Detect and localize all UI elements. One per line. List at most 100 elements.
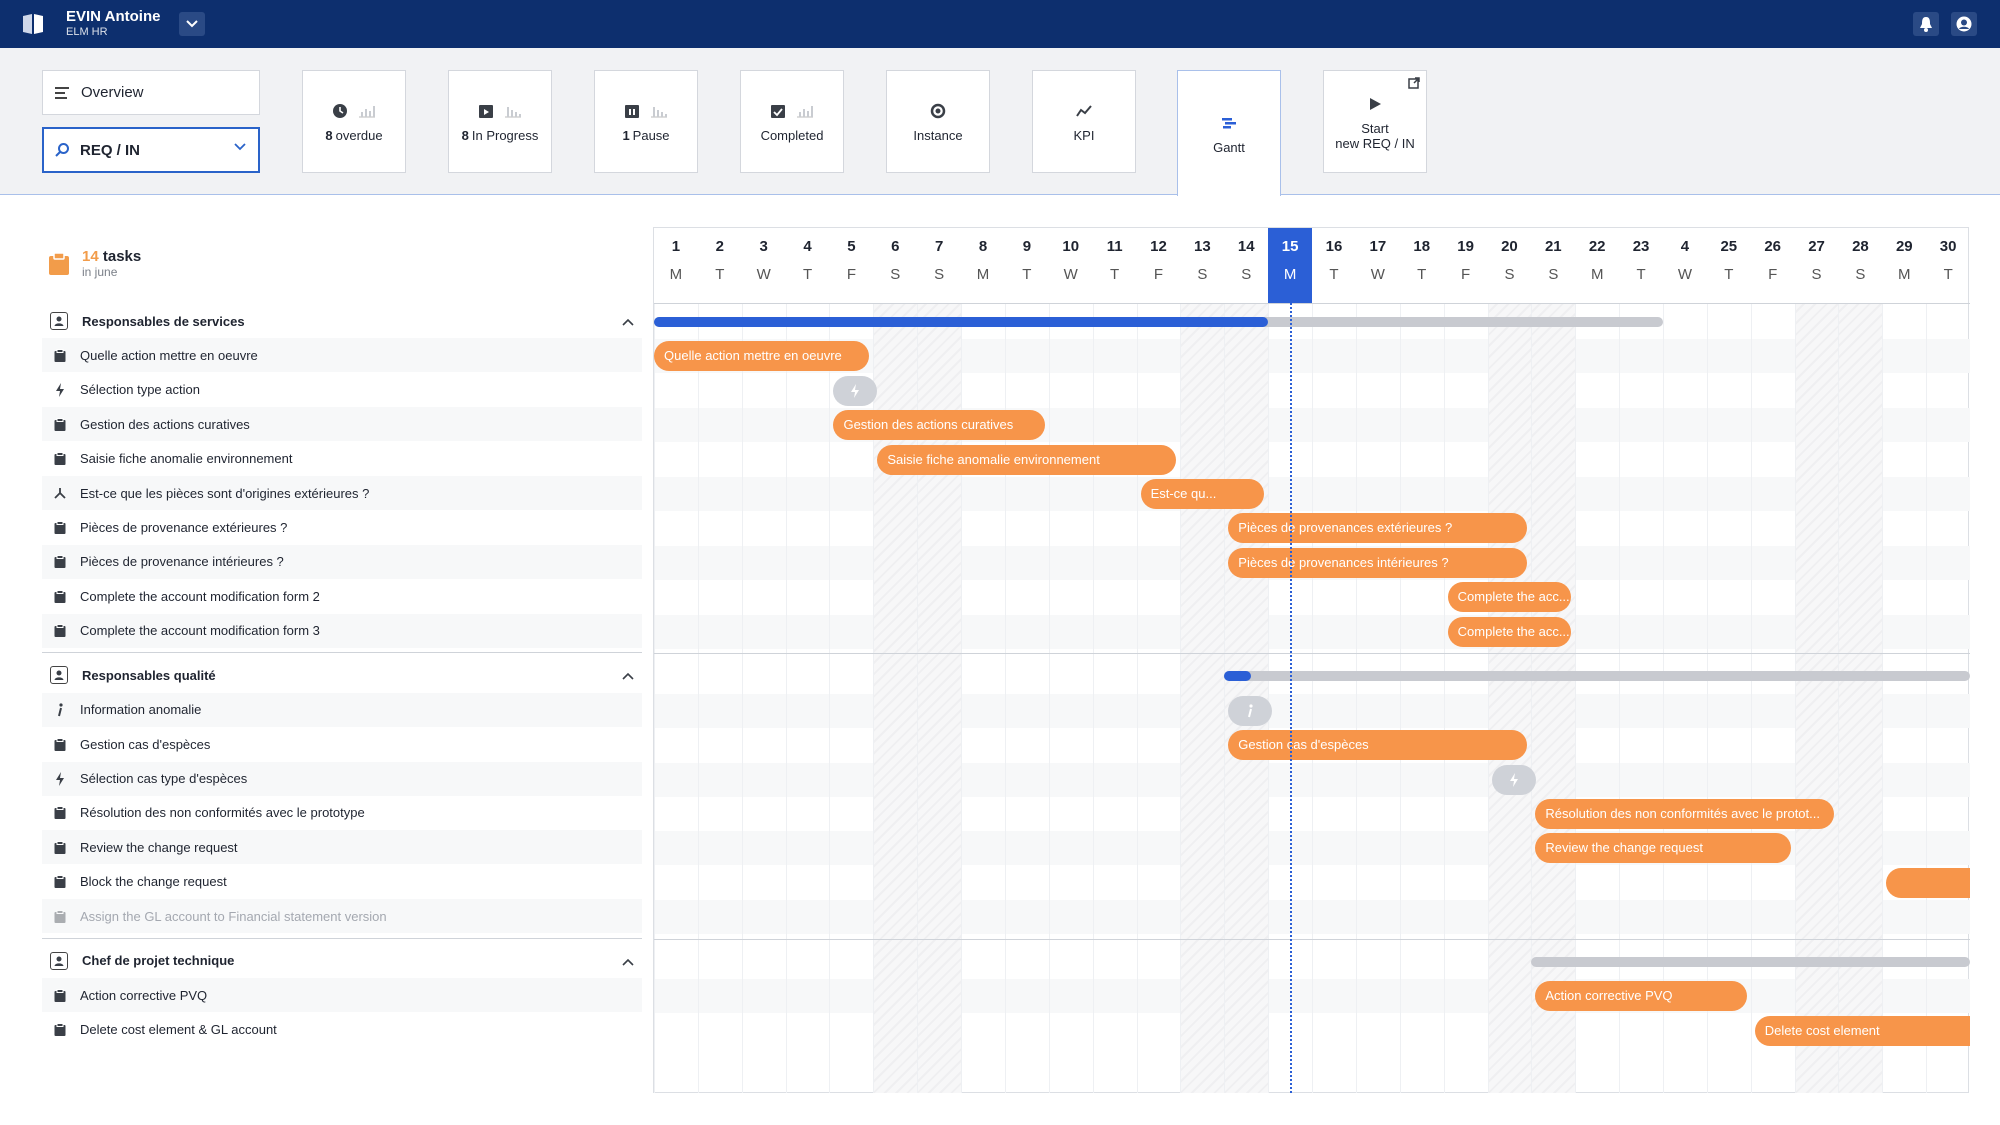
start-new-tile[interactable]: Start new REQ / IN [1323,70,1427,173]
task-row[interactable]: Block the change request [42,865,642,899]
lightning-icon [52,771,68,786]
kpi-tile[interactable]: KPI [1032,70,1136,173]
day-gridline [1312,303,1314,1093]
task-row[interactable]: Quelle action mettre en oeuvre [42,338,642,373]
day-header: 9T [1005,228,1049,303]
group-header[interactable]: Chef de projet technique [42,944,642,978]
user-block[interactable]: EVIN Antoine ELM HR [66,8,160,39]
task-row[interactable]: Est-ce que les pièces sont d'origines ex… [42,476,642,510]
clipboard-icon [52,840,68,854]
task-row[interactable]: Gestion cas d'espèces [42,727,642,761]
user-icon[interactable] [1951,12,1977,36]
day-gridline [1663,303,1664,1093]
task-bar[interactable]: Complete the acc... [1447,582,1572,613]
day-header: 28 S [1838,228,1882,303]
day-header: 29 M [1882,228,1926,303]
task-bar[interactable]: Pièces de provenances intérieures ? [1228,547,1528,578]
task-bar[interactable]: Gestion cas d'espèces [1228,730,1528,761]
task-label: Saisie fiche anomalie environnement [80,451,293,467]
task-label: Sélection cas type d'espèces [80,771,248,787]
chevron-up-icon[interactable] [622,314,634,329]
calendar-play-icon [479,105,493,118]
task-row[interactable]: Action corrective PVQ [42,978,642,1013]
bell-icon[interactable] [1913,12,1939,36]
task-row[interactable]: Résolution des non conformités avec le p… [42,796,642,830]
task-bar[interactable]: Gestion des actions curatives [833,410,1045,441]
task-label: Pièces de provenance intérieures ? [80,554,284,570]
group-name: Chef de projet technique [82,953,235,969]
clock-icon [333,104,347,118]
task-row[interactable]: Gestion des actions curatives [42,407,642,442]
task-bar[interactable]: Delete cost element [1754,1015,1970,1046]
pause-tile[interactable]: 1 Pause [594,70,698,173]
day-gridline [1531,303,1533,1093]
chevron-down-icon[interactable] [179,12,205,36]
task-bar[interactable]: Résolution des non conformités avec le p… [1535,798,1835,829]
bar-chart-icon [651,107,667,118]
task-row[interactable]: Complete the account modification form 3 [42,613,642,648]
group-header[interactable]: Responsables qualité [42,658,642,692]
search-icon [55,143,69,157]
task-bar[interactable]: Complete the acc... [1447,616,1572,647]
completed-tile[interactable]: Completed [740,70,844,173]
day-gridline [1838,303,1840,1093]
bar-chart-icon [359,106,375,118]
group-summary-bar [1224,671,1971,682]
chevron-up-icon[interactable] [622,954,634,969]
gantt-chart[interactable]: 1 M 2 T 3 W 4 T 5 F 6 S 7 S 8 M 9 T 10 W 11 T 12 F 13 S 14 S 15 M 16 T 1… [653,227,1971,1093]
instance-tile[interactable]: Instance [886,70,990,173]
gantt-tile[interactable]: Gantt [1177,70,1281,196]
day-gridline [1268,303,1270,1093]
day-gridline [1136,303,1138,1093]
task-bar[interactable]: Saisie fiche anomalie environnement [877,444,1177,475]
day-header: 13 S [1180,228,1224,303]
app-logo-icon[interactable] [20,12,46,36]
day-weekday: S [1855,266,1866,283]
group-header[interactable]: Responsables de services [42,304,642,338]
task-row[interactable]: Delete cost element & GL account [42,1013,642,1047]
task-row[interactable]: Sélection type action [42,373,642,407]
day-header: 6S [873,228,917,303]
task-bar[interactable]: Quelle action mettre en oeuvre [654,341,870,372]
day-weekday: M [669,266,683,283]
task-row[interactable]: Pièces de provenance extérieures ? [42,510,642,544]
play-icon [1370,97,1381,110]
today-marker [1290,303,1293,1093]
task-row[interactable]: Saisie fiche anomalie environnement [42,442,642,476]
task-row[interactable]: Complete the account modification form 2 [42,579,642,613]
auto-step-pill[interactable] [1228,695,1273,726]
day-number: 28 [1852,238,1869,255]
auto-step-pill[interactable] [833,375,878,406]
instance-label: Instance [913,128,963,143]
chevron-up-icon[interactable] [622,668,634,683]
overview-button[interactable]: Overview [42,70,260,115]
overdue-tile[interactable]: 8 overdue [302,70,406,173]
task-row[interactable]: Sélection cas type d'espèces [42,761,642,796]
clipboard-icon [52,589,68,603]
external-link-icon[interactable] [1408,77,1420,89]
task-label: Est-ce que les pièces sont d'origines ex… [80,485,370,501]
task-bar[interactable] [1886,867,1970,898]
process-select[interactable]: REQ / IN [42,127,260,173]
day-weekday: F [1153,266,1164,283]
task-row[interactable]: Review the change request [42,830,642,865]
day-weekday: S [1241,266,1252,283]
auto-step-pill[interactable] [1491,764,1536,795]
task-label: Assign the GL account to Financial state… [80,908,387,924]
task-bar[interactable]: Est-ce qu... [1140,479,1265,509]
task-bar[interactable]: Pièces de provenances extérieures ? [1228,513,1528,544]
task-row[interactable]: Assign the GL account to Financial state… [42,899,642,934]
task-label: Delete cost element & GL account [80,1022,277,1038]
day-header: 17 W [1356,228,1400,303]
in-progress-tile[interactable]: 8 In Progress [448,70,552,173]
task-bar[interactable]: Review the change request [1535,833,1791,864]
pause-count: 1 [622,128,630,143]
task-label: Review the change request [80,839,238,855]
day-header: 1M [654,228,698,303]
task-row[interactable]: Pièces de provenance intérieures ? [42,544,642,579]
completed-label: Completed [760,128,824,143]
day-header: 27 S [1795,228,1839,303]
task-bar[interactable]: Action corrective PVQ [1535,981,1747,1012]
task-row[interactable]: Information anomalie [42,692,642,727]
calendar-pause-icon [625,105,639,118]
